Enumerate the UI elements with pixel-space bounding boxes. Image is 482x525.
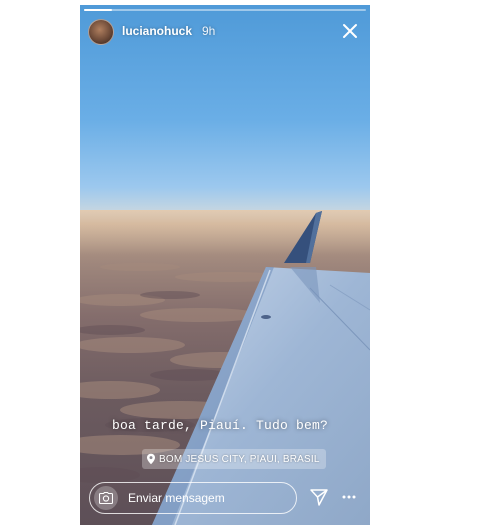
story-viewer[interactable]: lucianohuck 9h boa tarde, Piauí. Tudo be… xyxy=(80,5,370,525)
send-button[interactable] xyxy=(309,487,329,507)
story-progress-track xyxy=(84,9,366,11)
story-header: lucianohuck 9h xyxy=(88,19,362,45)
location-label: BOM JESUS CITY, PIAUI, BRASIL xyxy=(159,453,320,465)
username[interactable]: lucianohuck xyxy=(122,24,192,38)
avatar[interactable] xyxy=(88,19,114,45)
more-options-button[interactable] xyxy=(339,487,359,507)
message-input[interactable] xyxy=(128,490,288,506)
location-sticker[interactable]: BOM JESUS CITY, PIAUI, BRASIL xyxy=(142,449,326,469)
story-progress-fill xyxy=(84,9,113,11)
close-button[interactable] xyxy=(340,21,360,41)
airplane-window-view xyxy=(80,210,370,525)
story-caption: boa tarde, Piauí. Tudo bem? xyxy=(112,418,329,433)
more-options-icon xyxy=(342,495,356,499)
send-icon xyxy=(310,489,328,506)
reply-box[interactable] xyxy=(89,482,297,514)
camera-button[interactable] xyxy=(94,486,118,510)
timestamp: 9h xyxy=(202,24,216,38)
camera-icon xyxy=(99,492,113,504)
close-icon xyxy=(343,24,357,38)
location-pin-icon xyxy=(147,453,155,465)
